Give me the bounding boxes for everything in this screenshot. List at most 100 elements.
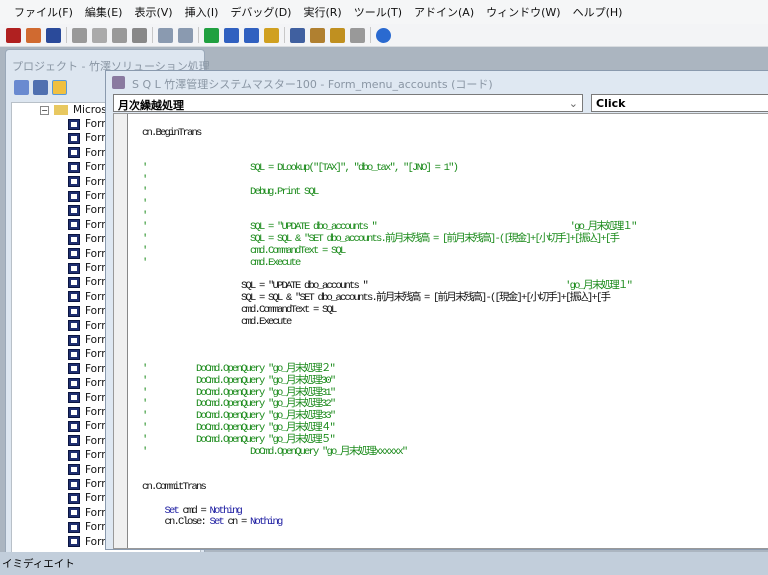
code-line: ' DoCmd.OpenQuery "go_月末処理33" [142, 410, 336, 423]
form-icon [68, 233, 80, 245]
menu-item[interactable]: 挿入(I) [179, 4, 225, 20]
code-window: S Q L 竹澤管理システムマスター100 - Form_menu_accoun… [105, 70, 768, 550]
code-line: ' DoCmd.OpenQuery "go_月末処理xxxxxx" [142, 445, 408, 458]
form-icon [68, 521, 80, 533]
form-icon [68, 435, 80, 447]
design-icon[interactable] [264, 27, 279, 43]
paste-icon[interactable] [112, 27, 127, 43]
folder-icon [54, 105, 68, 115]
form-icon [68, 132, 80, 144]
form-icon [68, 161, 80, 173]
toolbar-separator [284, 27, 285, 43]
code-window-title: S Q L 竹澤管理システムマスター100 - Form_menu_accoun… [132, 78, 493, 91]
reset-icon[interactable] [244, 27, 259, 43]
code-line: ' DoCmd.OpenQuery "go_月末処理４" [142, 422, 336, 434]
form-icon [68, 377, 80, 389]
form-icon [68, 420, 80, 432]
form-icon [68, 507, 80, 519]
code-editor[interactable]: cn.BeginTrans ' SQL = DLookup("[TAX]", "d… [113, 113, 768, 549]
menu-item[interactable]: ツール(T) [348, 4, 408, 20]
code-line: ' DoCmd.OpenQuery "go_月末処理30" [142, 374, 336, 387]
form-icon [68, 536, 80, 548]
cut-icon[interactable] [72, 27, 87, 43]
properties-icon[interactable] [310, 27, 325, 43]
code-line: ' cmd.CommandText = SQL [142, 245, 346, 257]
form-icon [68, 248, 80, 260]
help-icon[interactable] [376, 27, 391, 43]
access-icon[interactable] [6, 27, 21, 43]
toolbar-separator [370, 27, 371, 43]
menu-item[interactable]: 編集(E) [79, 4, 129, 20]
code-line: ' DoCmd.OpenQuery "go_月末処理５" [142, 433, 336, 446]
toggle-folders-icon[interactable] [52, 80, 67, 95]
form-icon [68, 262, 80, 274]
menu-item[interactable]: 表示(V) [128, 4, 178, 20]
code-line: cn.CommitTrans [142, 481, 207, 493]
form-icon [68, 118, 80, 130]
code-line: SQL = SQL & "SET dbo_accounts.前月末残高 = [前… [142, 292, 611, 305]
copy-icon[interactable] [92, 27, 107, 43]
code-line: SQL = "UPDATE dbo_accounts " 'go_月末処理１" [142, 280, 633, 293]
object-combo[interactable]: 月次繰越処理 ⌄ [113, 94, 583, 112]
form-icon [68, 204, 80, 216]
menu-item[interactable]: デバッグ(D) [224, 4, 297, 20]
insert-icon[interactable] [26, 27, 41, 43]
form-icon [68, 449, 80, 461]
form-icon [68, 363, 80, 375]
code-line: ' [142, 174, 148, 187]
form-icon [68, 305, 80, 317]
form-icon [68, 276, 80, 288]
procedure-combo[interactable]: Click [591, 94, 768, 112]
form-icon [68, 478, 80, 490]
collapse-icon[interactable]: − [40, 105, 49, 115]
toolbar-separator [66, 27, 67, 43]
menu-item[interactable]: ファイル(F) [8, 4, 79, 20]
view-object-icon[interactable] [33, 80, 48, 95]
code-window-icon [112, 76, 125, 89]
form-icon [68, 190, 80, 202]
code-line: ' DoCmd.OpenQuery "go_月末処理31" [142, 386, 336, 399]
code-line: ' cmd.Execute [142, 256, 301, 269]
view-code-icon[interactable] [14, 80, 29, 95]
code-line: ' DoCmd.OpenQuery "go_月末処理２" [142, 363, 336, 375]
code-line: cmd.Execute [142, 315, 292, 328]
code-line: cn.BeginTrans [142, 127, 202, 139]
code-line: ' [142, 197, 148, 210]
code-line: ' SQL = "UPDATE dbo_accounts " 'go_月末処理１… [142, 221, 637, 234]
form-icon [68, 348, 80, 360]
object-browser-icon[interactable] [330, 27, 345, 43]
code-line: cn.Close: Set cn = Nothing [142, 516, 284, 529]
form-icon [68, 406, 80, 418]
break-icon[interactable] [224, 27, 239, 43]
menu-bar: ファイル(F) 編集(E) 表示(V) 挿入(I) デバッグ(D) 実行(R) ツール(T)… [0, 0, 768, 24]
undo-icon[interactable] [158, 27, 173, 43]
form-icon [68, 147, 80, 159]
chevron-down-icon[interactable]: ⌄ [569, 97, 578, 110]
menu-item[interactable]: 実行(R) [297, 4, 347, 20]
margin-indicator-bar [114, 114, 128, 548]
code-line: Set cmd = Nothing [142, 504, 243, 517]
code-line: ' [142, 209, 148, 222]
menu-item[interactable]: ウィンドウ(W) [480, 4, 566, 20]
code-line: ' Debug.Print SQL [142, 186, 319, 198]
toolbox-icon[interactable] [350, 27, 365, 43]
project-explorer-icon[interactable] [290, 27, 305, 43]
redo-icon[interactable] [178, 27, 193, 43]
form-icon [68, 320, 80, 332]
code-line: ' SQL = DLookup("[TAX]", "dbo_tax", "[JN… [142, 162, 459, 175]
find-icon[interactable] [132, 27, 147, 43]
run-icon[interactable] [204, 27, 219, 43]
code-line: cmd.CommandText = SQL [142, 304, 337, 316]
form-icon [68, 334, 80, 346]
form-icon [68, 176, 80, 188]
form-icon [68, 291, 80, 303]
immediate-window-bar[interactable]: イミディエイト [0, 552, 768, 575]
code-line: ' DoCmd.OpenQuery "go_月末処理32" [142, 398, 336, 411]
save-icon[interactable] [46, 27, 61, 43]
toolbar [0, 24, 768, 47]
toolbar-separator [152, 27, 153, 43]
menu-item[interactable]: ヘルプ(H) [567, 4, 629, 20]
code-line: ' SQL = SQL & "SET dbo_accounts.前月末残高 = … [142, 233, 620, 246]
form-icon [68, 492, 80, 504]
menu-item[interactable]: アドイン(A) [408, 4, 480, 20]
